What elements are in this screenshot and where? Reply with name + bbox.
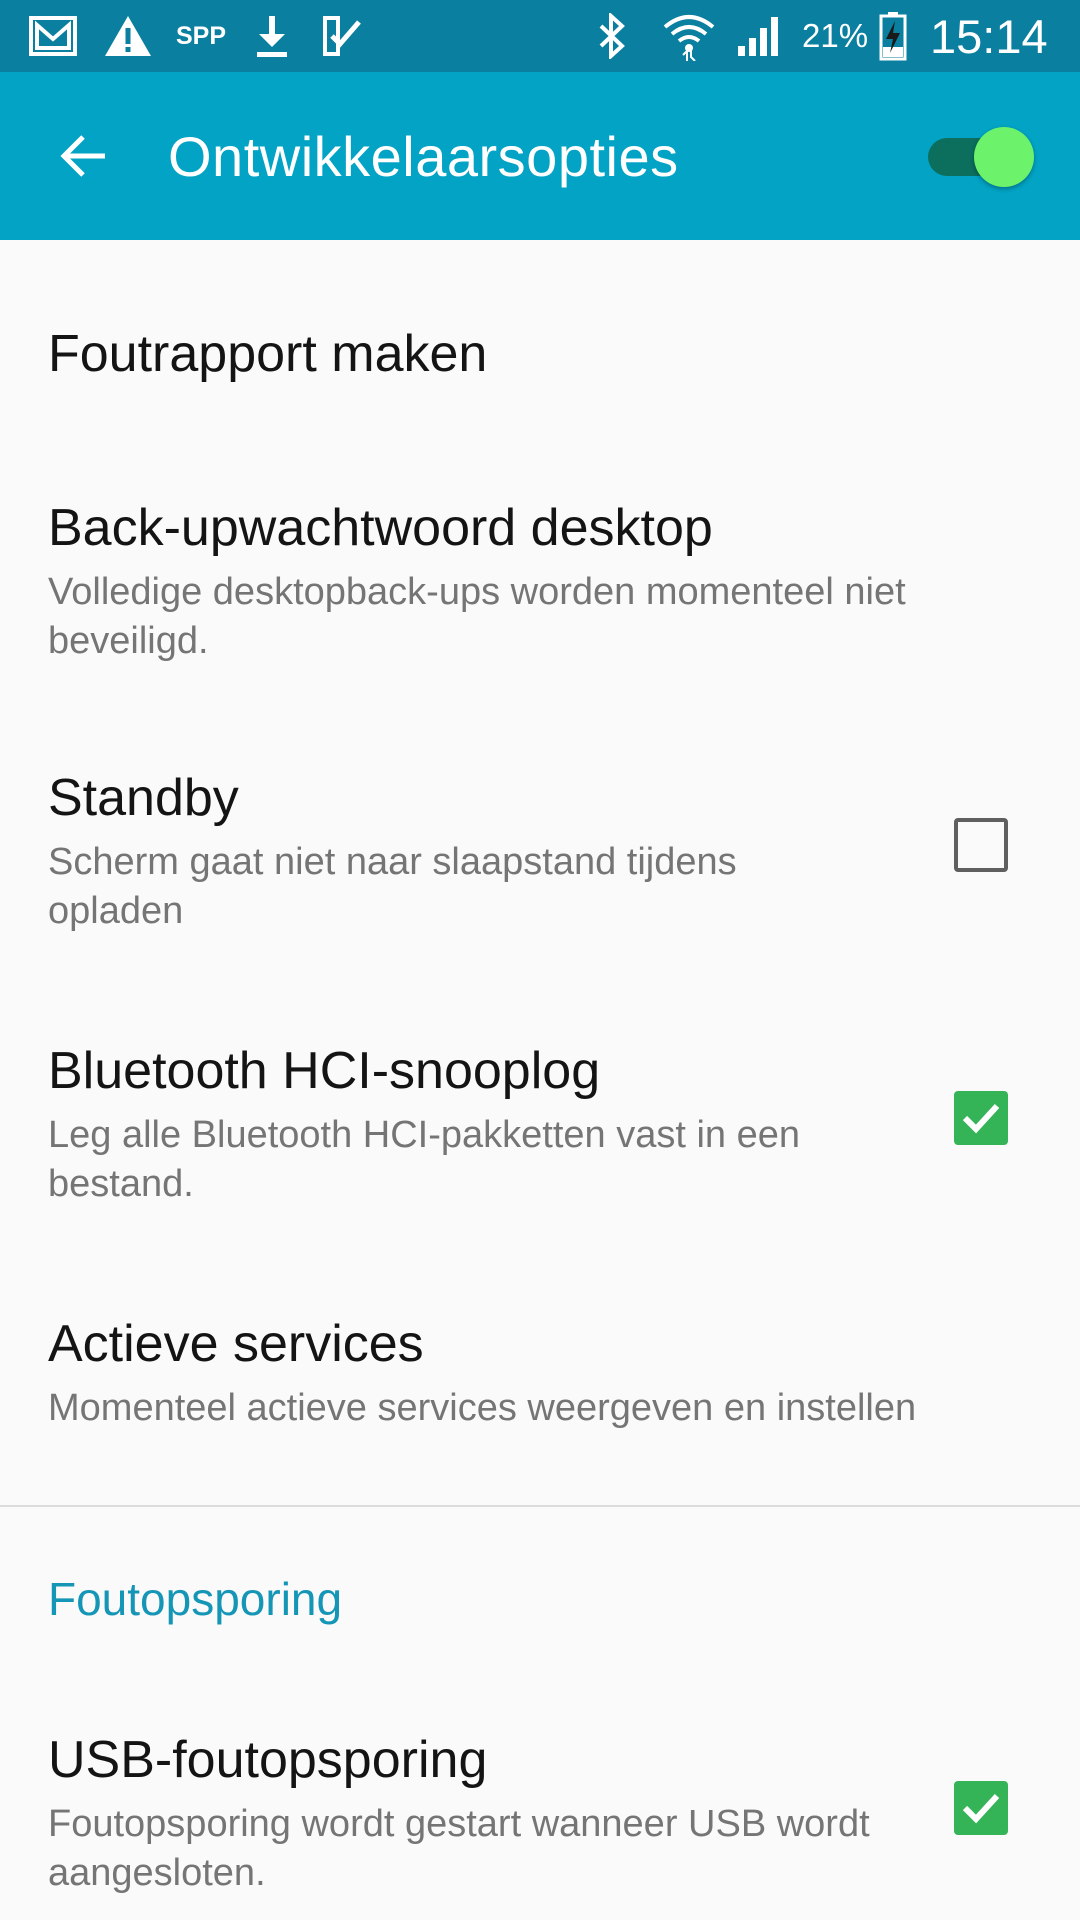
setting-title: Actieve services (48, 1315, 424, 1373)
checkmark-icon (962, 1103, 1000, 1134)
stay-awake-checkbox[interactable] (954, 818, 1008, 872)
spp-label: SPP (176, 21, 227, 50)
status-bar: SPP 21% 15:14 (0, 0, 1080, 72)
battery-percentage: 21% (802, 17, 869, 54)
setting-summary: Foutopsporing wordt gestart wanneer USB … (48, 1803, 870, 1894)
bluetooth-icon (592, 12, 632, 60)
setting-title: Standby (48, 769, 239, 827)
setting-desktop-backup-password[interactable]: Back-upwachtwoord desktop Volledige desk… (0, 405, 1080, 690)
toggle-thumb (974, 127, 1034, 187)
setting-running-services[interactable]: Actieve services Momenteel actieve servi… (0, 1236, 1080, 1504)
battery-charging-icon (876, 12, 910, 61)
setting-summary: Scherm gaat niet naar slaapstand tijdens… (48, 841, 737, 932)
section-divider (0, 1505, 1080, 1507)
gmail-icon (28, 12, 80, 60)
checkmark-icon (962, 1793, 1000, 1824)
developer-options-toggle[interactable] (924, 127, 1040, 187)
bluetooth-hci-checkbox[interactable] (954, 1091, 1008, 1145)
setting-title: Back-upwachtwoord desktop (48, 499, 713, 557)
back-button[interactable] (40, 116, 128, 196)
wifi-icon (660, 12, 718, 61)
setting-summary: Momenteel actieve services weergeven en … (48, 1387, 917, 1429)
setting-bug-report[interactable]: Foutrapport maken (0, 240, 1080, 405)
section-header-debugging: Foutopsporing (48, 1573, 343, 1625)
setting-stay-awake[interactable]: Standby Scherm gaat niet naar slaapstand… (0, 690, 1080, 963)
download-icon (252, 12, 292, 60)
setting-title: Foutrapport maken (48, 325, 488, 383)
warning-icon (102, 12, 154, 60)
clock: 15:14 (930, 9, 1048, 63)
setting-summary: Leg alle Bluetooth HCI-pakketten vast in… (48, 1114, 801, 1205)
setting-title: Bluetooth HCI-snooplog (48, 1042, 601, 1100)
usb-debugging-checkbox[interactable] (954, 1781, 1008, 1835)
page-title: Ontwikkelaarsopties (168, 124, 679, 188)
setting-usb-debugging[interactable]: USB-foutopsporing Foutopsporing wordt ge… (0, 1650, 1080, 1920)
app-bar: Ontwikkelaarsopties (0, 72, 1080, 240)
setting-summary: Volledige desktopback-ups worden momente… (48, 571, 906, 662)
setting-title: USB-foutopsporing (48, 1731, 488, 1789)
signal-icon (736, 12, 784, 60)
arrow-left-icon (60, 135, 105, 177)
setting-bluetooth-hci-snoop-log[interactable]: Bluetooth HCI-snooplog Leg alle Bluetoot… (0, 963, 1080, 1236)
checkmark-app-icon (320, 12, 364, 60)
